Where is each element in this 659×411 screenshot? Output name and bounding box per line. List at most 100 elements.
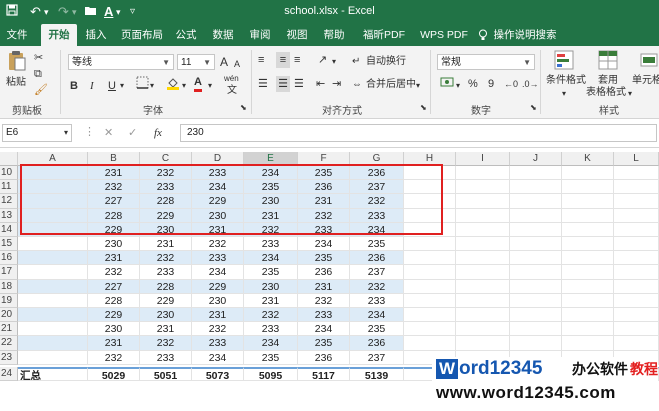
number-format-combo[interactable]: 常规 ▼ xyxy=(437,54,535,70)
cell[interactable] xyxy=(456,237,510,252)
cell[interactable] xyxy=(562,166,614,181)
name-box[interactable]: E6 xyxy=(2,124,72,142)
cell[interactable] xyxy=(18,322,88,337)
cell[interactable]: 231 xyxy=(140,322,192,337)
cell[interactable] xyxy=(614,308,659,323)
border-icon[interactable] xyxy=(136,76,149,94)
cell[interactable]: 235 xyxy=(350,322,404,337)
cell[interactable] xyxy=(18,336,88,351)
confirm-entry-icon[interactable]: ✓ xyxy=(128,125,137,141)
cell[interactable]: 233 xyxy=(140,180,192,195)
cell[interactable]: 233 xyxy=(140,265,192,280)
cell[interactable]: 236 xyxy=(350,166,404,181)
column-header[interactable]: F xyxy=(298,152,350,166)
cell[interactable] xyxy=(614,194,659,209)
column-header[interactable]: E xyxy=(244,152,298,166)
cell-styles-icon[interactable] xyxy=(640,50,658,75)
increase-indent-icon[interactable]: ⇥ xyxy=(332,76,341,92)
chevron-down-icon[interactable]: ▾ xyxy=(416,78,420,94)
column-header[interactable]: D xyxy=(192,152,244,166)
cell[interactable] xyxy=(562,237,614,252)
decrease-decimal-icon[interactable]: .0→ xyxy=(522,76,539,92)
cell[interactable] xyxy=(510,336,562,351)
cell[interactable]: 230 xyxy=(244,194,298,209)
cell[interactable] xyxy=(18,180,88,195)
cell[interactable] xyxy=(18,293,88,308)
cell[interactable] xyxy=(510,180,562,195)
underline-button[interactable]: U xyxy=(108,78,116,94)
cell[interactable]: 233 xyxy=(298,222,350,237)
chevron-down-icon[interactable]: ▾ xyxy=(332,54,336,70)
cell[interactable]: 231 xyxy=(140,237,192,252)
cell[interactable] xyxy=(510,222,562,237)
cell[interactable] xyxy=(510,251,562,266)
cell[interactable]: 231 xyxy=(244,293,298,308)
decrease-indent-icon[interactable]: ⇤ xyxy=(316,76,325,92)
cell[interactable] xyxy=(456,336,510,351)
row-header[interactable]: 14 xyxy=(0,222,18,237)
cell[interactable]: 229 xyxy=(192,279,244,294)
align-right-icon[interactable]: ☰ xyxy=(294,76,304,92)
cell[interactable] xyxy=(404,322,456,337)
row-header[interactable]: 17 xyxy=(0,265,18,280)
cell[interactable] xyxy=(614,208,659,223)
cell[interactable]: 237 xyxy=(350,180,404,195)
cell[interactable]: 228 xyxy=(140,194,192,209)
cell[interactable]: 233 xyxy=(350,208,404,223)
cell[interactable] xyxy=(18,308,88,323)
chevron-down-icon[interactable]: ▾ xyxy=(120,78,124,94)
cell[interactable]: 237 xyxy=(350,265,404,280)
cell[interactable]: 234 xyxy=(244,336,298,351)
conditional-formatting-icon[interactable] xyxy=(554,50,574,75)
increase-decimal-icon[interactable]: ←0 xyxy=(504,76,518,92)
cell[interactable] xyxy=(404,180,456,195)
cell[interactable] xyxy=(614,279,659,294)
cell[interactable] xyxy=(614,222,659,237)
cell[interactable]: 233 xyxy=(350,293,404,308)
cell[interactable] xyxy=(510,208,562,223)
cell[interactable] xyxy=(456,279,510,294)
tab-insert[interactable]: 插入 xyxy=(82,24,110,46)
cell[interactable] xyxy=(510,265,562,280)
cell[interactable] xyxy=(18,222,88,237)
cell[interactable] xyxy=(562,251,614,266)
cell[interactable] xyxy=(510,194,562,209)
cell[interactable] xyxy=(18,350,88,365)
cell[interactable] xyxy=(614,322,659,337)
cell[interactable] xyxy=(456,166,510,181)
row-header[interactable]: 12 xyxy=(0,194,18,209)
cell[interactable]: 234 xyxy=(350,222,404,237)
cell[interactable]: 232 xyxy=(244,308,298,323)
cell[interactable] xyxy=(404,166,456,181)
cell[interactable]: 228 xyxy=(140,279,192,294)
column-header[interactable]: H xyxy=(404,152,456,166)
cell[interactable] xyxy=(510,237,562,252)
cell[interactable]: 235 xyxy=(350,237,404,252)
cell[interactable] xyxy=(404,194,456,209)
cell[interactable]: 233 xyxy=(192,336,244,351)
cell[interactable] xyxy=(562,208,614,223)
cell[interactable] xyxy=(614,251,659,266)
cell[interactable]: 233 xyxy=(192,251,244,266)
cell[interactable] xyxy=(404,265,456,280)
column-header[interactable]: K xyxy=(562,152,614,166)
chevron-down-icon[interactable]: ▾ xyxy=(628,86,632,102)
cell[interactable]: 232 xyxy=(298,208,350,223)
tell-me-search[interactable]: 操作说明搜索 xyxy=(492,24,558,46)
cell[interactable]: 230 xyxy=(244,279,298,294)
cell[interactable] xyxy=(18,237,88,252)
cell[interactable] xyxy=(510,322,562,337)
cell[interactable] xyxy=(404,336,456,351)
cell[interactable] xyxy=(456,293,510,308)
cell[interactable]: 236 xyxy=(298,265,350,280)
dialog-launcher-icon[interactable]: ⬊ xyxy=(530,100,537,116)
cell[interactable]: 233 xyxy=(244,322,298,337)
cell[interactable]: 234 xyxy=(350,308,404,323)
cell[interactable]: 232 xyxy=(88,180,140,195)
cell[interactable] xyxy=(18,265,88,280)
cell[interactable]: 234 xyxy=(192,180,244,195)
cell[interactable]: 233 xyxy=(140,350,192,365)
cell[interactable] xyxy=(562,194,614,209)
cell[interactable]: 5095 xyxy=(244,366,298,381)
cell[interactable] xyxy=(456,265,510,280)
